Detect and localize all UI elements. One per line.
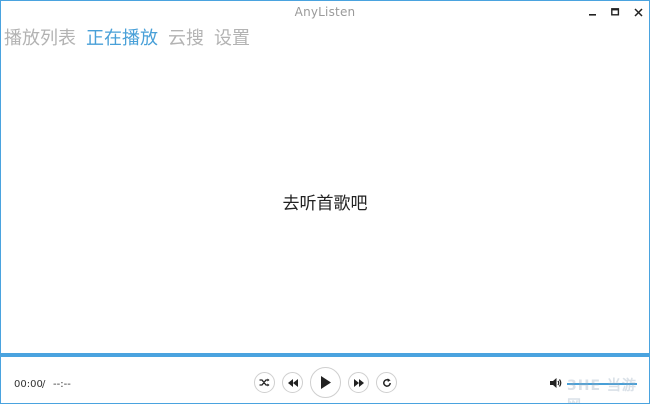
title-bar[interactable]: AnyListen [1, 1, 649, 25]
tab-now-playing[interactable]: 正在播放 [86, 26, 158, 52]
window-title: AnyListen [294, 5, 356, 19]
shuffle-button[interactable] [254, 372, 275, 393]
nav-tabs: 播放列表 正在播放 云搜 设置 [4, 26, 250, 52]
fast-forward-button[interactable] [348, 372, 369, 393]
rewind-button[interactable] [282, 372, 303, 393]
close-icon [633, 7, 643, 17]
shuffle-icon [259, 378, 270, 387]
tab-settings[interactable]: 设置 [214, 26, 250, 52]
time-separator: / [42, 379, 46, 390]
tab-cloud-search[interactable]: 云搜 [168, 26, 204, 52]
watermark: 3HE 当游网 [567, 378, 637, 403]
app-window: AnyListen 播放列表 正在播放 云搜 设置 去听首歌吧 00:00 / … [0, 0, 650, 404]
play-icon [321, 376, 331, 389]
close-button[interactable] [627, 2, 649, 22]
total-time: --:-- [53, 379, 71, 390]
play-button[interactable] [310, 367, 341, 398]
maximize-icon [610, 7, 619, 16]
current-time: 00:00 [14, 379, 43, 390]
minimize-button[interactable] [582, 2, 604, 22]
tab-playlist[interactable]: 播放列表 [4, 26, 76, 52]
playback-progress-bar[interactable] [1, 353, 649, 357]
minimize-icon [589, 14, 596, 16]
volume-icon[interactable] [550, 377, 562, 389]
repeat-button[interactable] [376, 372, 397, 393]
rewind-icon [287, 378, 298, 387]
maximize-button[interactable] [604, 2, 626, 22]
empty-state-message: 去听首歌吧 [282, 194, 368, 214]
fast-forward-icon [353, 378, 364, 387]
repeat-icon [382, 377, 391, 387]
